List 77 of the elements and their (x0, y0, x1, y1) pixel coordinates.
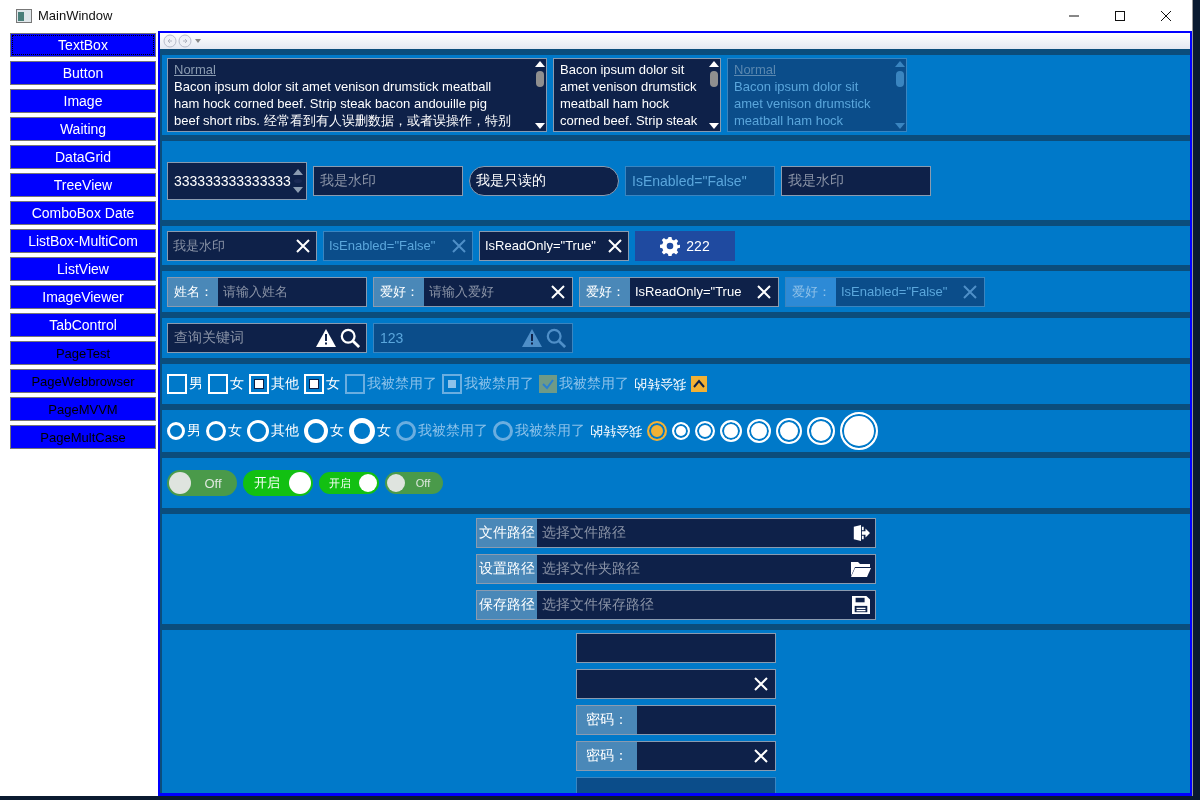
text-line: beef short ribs. 经常看到有人误删数据，或者误操作，特别 (174, 112, 511, 129)
text-area-header: Normal (734, 61, 776, 78)
folder-icon[interactable] (851, 560, 871, 578)
rotated-label: 我会转的 (590, 423, 642, 440)
text-line: Bacon ipsum dolor sit (560, 61, 685, 78)
nav-button[interactable]: TabControl (10, 313, 156, 337)
labeled-field[interactable]: 爱好： IsReadOnly="True (579, 276, 779, 307)
nav-button[interactable]: TextBox (10, 33, 156, 57)
rotated-label: 我会转的 (634, 376, 686, 393)
nav-button[interactable]: PageMVVM (10, 397, 156, 421)
nav-button[interactable]: Waiting (10, 117, 156, 141)
door-exit-icon[interactable] (851, 524, 871, 542)
labeled-field[interactable]: 姓名： 请输入姓名 (167, 276, 367, 307)
nav-button[interactable]: PageMultCase (10, 425, 156, 449)
nav-button[interactable]: Button (10, 61, 156, 85)
scrollbar[interactable] (534, 59, 546, 131)
password-field[interactable] (576, 669, 776, 699)
password-field[interactable]: 密码： (576, 741, 776, 771)
warning-icon (522, 328, 542, 348)
nav-button[interactable]: ImageViewer (10, 285, 156, 309)
path-field[interactable]: 文件路径 选择文件路径 (476, 518, 876, 548)
input-field[interactable]: 我是水印 (313, 165, 463, 196)
nav-button[interactable]: PageWebbrowser (10, 369, 156, 393)
number-field[interactable]: 333333333333333 (167, 161, 307, 200)
text-line: Bacon ipsum dolor sit amet venison drumstick meatball (174, 78, 492, 95)
text-line: amet venison drumstick (560, 78, 697, 95)
nav-button[interactable]: DataGrid (10, 145, 156, 169)
scroll-up-icon[interactable] (535, 61, 545, 67)
search-icon[interactable] (340, 328, 360, 348)
text-area[interactable]: Normal Bacon ipsum dolor sit amet venison drumstick meatball ham hock corned beef. Strip steak bacon andouille pig beef short ribs. 经常看到有人误删数据，或者误操作，特别 (167, 58, 547, 132)
path-field[interactable]: 保存路径 选择文件保存路径 (476, 590, 876, 620)
checkbox[interactable]: 其他 (249, 374, 299, 394)
text-line: ham hock corned beef. Strip steak bacon andouille pig (174, 95, 487, 112)
input-field[interactable]: 我是水印 (781, 165, 931, 196)
window-title: MainWindow (38, 8, 113, 23)
text-area[interactable]: Bacon ipsum dolor sit amet venison drumstick meatball ham hock corned beef. Strip steak (553, 58, 721, 132)
gear-icon (660, 235, 681, 256)
toggle-switch[interactable]: Off (385, 472, 443, 494)
nav-button[interactable]: ListView (10, 257, 156, 281)
close-icon[interactable] (1160, 9, 1172, 22)
nav-button[interactable]: ComboBox Date (10, 201, 156, 225)
input-field[interactable]: IsReadOnly="True" (479, 230, 629, 261)
gear-button[interactable]: 222 (635, 230, 735, 261)
text-line: corned beef. Strip steak (560, 112, 698, 129)
toggle-switch[interactable]: 开启 (243, 470, 313, 496)
text-line: Bacon ipsum dolor sit (734, 78, 859, 95)
maximize-icon[interactable] (1114, 9, 1126, 22)
caret-icon[interactable] (195, 39, 201, 43)
text-line: meatball ham hock (734, 112, 844, 129)
text-line: amet venison drumstick (734, 95, 871, 112)
radio-button[interactable] (647, 421, 667, 441)
search-field[interactable]: 查询关键词 (167, 323, 367, 353)
scroll-down-icon[interactable] (535, 123, 545, 129)
read-only-field[interactable]: 我是只读的 (469, 165, 619, 196)
app-icon (16, 8, 32, 23)
scrollbar-thumb[interactable] (536, 71, 544, 87)
nav-button[interactable]: PageTest (10, 341, 156, 365)
radio-button[interactable]: 其他 (247, 420, 299, 442)
password-field[interactable] (576, 633, 776, 663)
text-line: meatball ham hock (560, 95, 670, 112)
nav-button[interactable]: ListBox-MultiCom (10, 229, 156, 253)
labeled-field[interactable]: 爱好： 请输入爱好 (373, 276, 573, 307)
password-field[interactable]: 密码： (576, 705, 776, 735)
warning-icon (316, 328, 336, 348)
scrollbar-thumb[interactable] (710, 71, 718, 87)
spinner-icon[interactable] (292, 167, 304, 194)
chevron-icon[interactable] (691, 376, 707, 392)
toggle-switch[interactable]: Off (167, 470, 237, 496)
nav-button[interactable]: TreeView (10, 173, 156, 197)
path-field[interactable]: 设置路径 选择文件夹路径 (476, 554, 876, 584)
input-field[interactable]: 我是水印 (167, 230, 317, 261)
text-area-header: Normal (174, 61, 216, 78)
scrollbar[interactable] (708, 59, 720, 131)
scroll-up-icon[interactable] (709, 61, 719, 67)
scroll-down-icon[interactable] (709, 123, 719, 129)
nav-button[interactable]: Image (10, 89, 156, 113)
toggle-switch[interactable]: 开启 (319, 472, 379, 494)
